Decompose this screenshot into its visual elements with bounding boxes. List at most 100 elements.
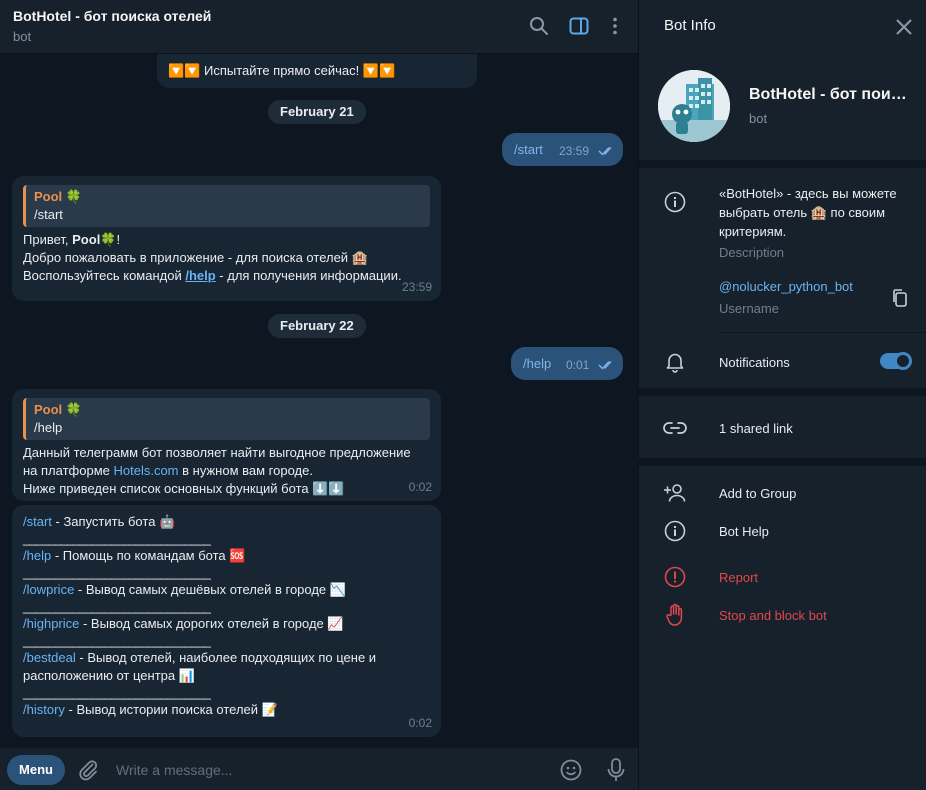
quote-text: /start — [34, 207, 63, 222]
help-command-link[interactable]: /help — [23, 548, 51, 563]
row-divider — [719, 332, 926, 333]
date-separator: February 21 — [268, 100, 366, 124]
message-line: Добро пожаловать в приложение - для поис… — [23, 250, 368, 265]
more-menu-icon[interactable] — [604, 15, 626, 37]
reply-quote[interactable]: Pool 🍀 /start — [23, 185, 430, 227]
section-divider — [639, 160, 926, 168]
sidebar-toggle-icon[interactable] — [568, 15, 590, 37]
command-line: /bestdeal - Вывод отелей, наиболее подхо… — [23, 649, 430, 667]
message-composer: Menu Write a message... — [0, 748, 638, 790]
line-suffix: в нужном вам городе. — [178, 463, 313, 478]
bestdeal-command-link[interactable]: /bestdeal — [23, 650, 76, 665]
double-check-icon — [598, 361, 612, 370]
report-button[interactable]: Report — [719, 570, 758, 585]
message-time: 0:02 — [408, 480, 432, 494]
command-line: /highprice - Вывод самых дорогих отелей … — [23, 615, 430, 633]
chat-header[interactable]: BotHotel - бот поиска отелей bot — [0, 0, 638, 54]
incoming-message: Pool 🍀 /help Данный телеграмм бот позвол… — [12, 389, 441, 501]
separator-line: ______________________________ — [23, 599, 211, 614]
bot-name: BotHotel - бот поиска отелей — [749, 86, 914, 103]
message-line: Воспользуйтесь командой /help - для полу… — [23, 267, 430, 285]
chat-title[interactable]: BotHotel - бот поиска отелей — [13, 8, 211, 24]
message-text: /help — [523, 356, 552, 371]
incoming-message: Pool 🍀 /start Привет, Pool🍀! Добро пожал… — [12, 176, 441, 301]
search-icon[interactable] — [528, 15, 550, 37]
chat-status: bot — [13, 29, 32, 44]
message-line: Данный телеграмм бот позволяет найти выг… — [23, 445, 411, 460]
command-desc: - Вывод отелей, наиболее подходящих по ц… — [75, 650, 377, 665]
help-info-icon — [663, 519, 687, 543]
command-desc: - Вывод самых дешёвых отелей в городе 📉 — [74, 582, 346, 597]
bot-info-panel: Bot Info BotHotel - бот поиска отелей bo… — [638, 0, 926, 790]
lowprice-command-link[interactable]: /lowprice — [23, 582, 74, 597]
line-suffix: - для получения информации. — [215, 268, 402, 283]
chat-pane: BotHotel - бот поиска отелей bot 🔽🔽 Испы… — [0, 0, 638, 790]
reply-quote[interactable]: Pool 🍀 /help — [23, 398, 430, 440]
bot-description: «BotHotel» - здесь вы можете выбрать оте… — [719, 186, 897, 239]
greet-prefix: Привет, — [23, 232, 73, 247]
command-line: /lowprice - Вывод самых дешёвых отелей в… — [23, 581, 430, 599]
message-list[interactable]: 🔽🔽 Испытайте прямо сейчас! 🔽🔽 February 2… — [0, 54, 638, 748]
command-line: /help - Помощь по командам бота 🆘 — [23, 547, 430, 565]
link-icon — [663, 416, 687, 440]
avatar[interactable] — [658, 70, 730, 142]
report-icon — [663, 565, 687, 589]
line-prefix: на платформе — [23, 463, 114, 478]
line-prefix: Воспользуйтесь командой — [23, 268, 186, 283]
separator-line: ______________________________ — [23, 565, 211, 580]
shared-links-item[interactable]: 1 shared link — [719, 421, 793, 436]
message-bubble: 🔽🔽 Испытайте прямо сейчас! 🔽🔽 — [157, 54, 477, 88]
hotels-link[interactable]: Hotels.com — [113, 463, 178, 478]
date-separator: February 22 — [268, 314, 366, 338]
block-hand-icon — [663, 603, 687, 627]
command-desc: - Запустить бота 🤖 — [51, 514, 176, 529]
outgoing-message: /start 23:59 — [502, 133, 623, 166]
microphone-icon[interactable] — [604, 757, 628, 783]
copy-icon[interactable] — [890, 288, 910, 308]
message-input[interactable]: Write a message... — [116, 762, 232, 778]
separator-line: ______________________________ — [23, 531, 211, 546]
command-desc: - Вывод истории поиска отелей 📝 — [64, 702, 278, 717]
panel-title: Bot Info — [664, 17, 716, 34]
start-command-link[interactable]: /start — [23, 514, 52, 529]
command-desc: - Помощь по командам бота 🆘 — [51, 548, 246, 563]
bot-type: bot — [749, 111, 768, 126]
separator-line: ______________________________ — [23, 633, 211, 648]
info-icon — [663, 190, 687, 214]
command-line: /history - Вывод истории поиска отелей 📝 — [23, 701, 430, 719]
double-check-icon — [598, 147, 612, 156]
message-text: /start — [514, 142, 543, 157]
username-label: Username — [719, 301, 779, 316]
command-desc: - Вывод самых дорогих отелей в городе 📈 — [79, 616, 344, 631]
quote-author: Pool 🍀 — [34, 402, 82, 417]
bot-help-button[interactable]: Bot Help — [719, 524, 769, 539]
description-label: Description — [719, 245, 785, 260]
highprice-command-link[interactable]: /highprice — [23, 616, 79, 631]
outgoing-message: /help 0:01 — [511, 347, 623, 380]
message-time: 23:59 — [559, 144, 590, 158]
toggle-knob — [894, 352, 912, 370]
greet-name: Pool — [72, 232, 101, 247]
add-to-group-button[interactable]: Add to Group — [719, 486, 796, 501]
command-line: /start - Запустить бота 🤖 — [23, 513, 430, 531]
attach-icon[interactable] — [76, 758, 100, 782]
incoming-message: /start - Запустить бота 🤖 ______________… — [12, 505, 441, 737]
help-command-link[interactable]: /help — [185, 268, 215, 283]
stop-block-bot-button[interactable]: Stop and block bot — [719, 608, 827, 623]
message-line: Привет, Pool🍀! — [23, 231, 430, 249]
message-time: 0:01 — [566, 358, 590, 372]
history-command-link[interactable]: /history — [23, 702, 65, 717]
message-line: на платформе Hotels.com в нужном вам гор… — [23, 462, 430, 480]
command-line: расположению от центра 📊 — [23, 668, 195, 683]
notifications-toggle[interactable] — [880, 352, 912, 370]
bot-menu-button[interactable]: Menu — [7, 755, 65, 785]
quote-author: Pool 🍀 — [34, 189, 82, 204]
section-divider — [639, 458, 926, 466]
add-user-icon — [663, 481, 687, 505]
message-time: 23:59 — [401, 280, 432, 294]
close-icon[interactable] — [894, 17, 914, 37]
emoji-icon[interactable] — [559, 758, 583, 782]
bot-username[interactable]: @nolucker_python_bot — [719, 279, 853, 294]
separator-line: ______________________________ — [23, 685, 211, 700]
quote-text: /help — [34, 420, 63, 435]
